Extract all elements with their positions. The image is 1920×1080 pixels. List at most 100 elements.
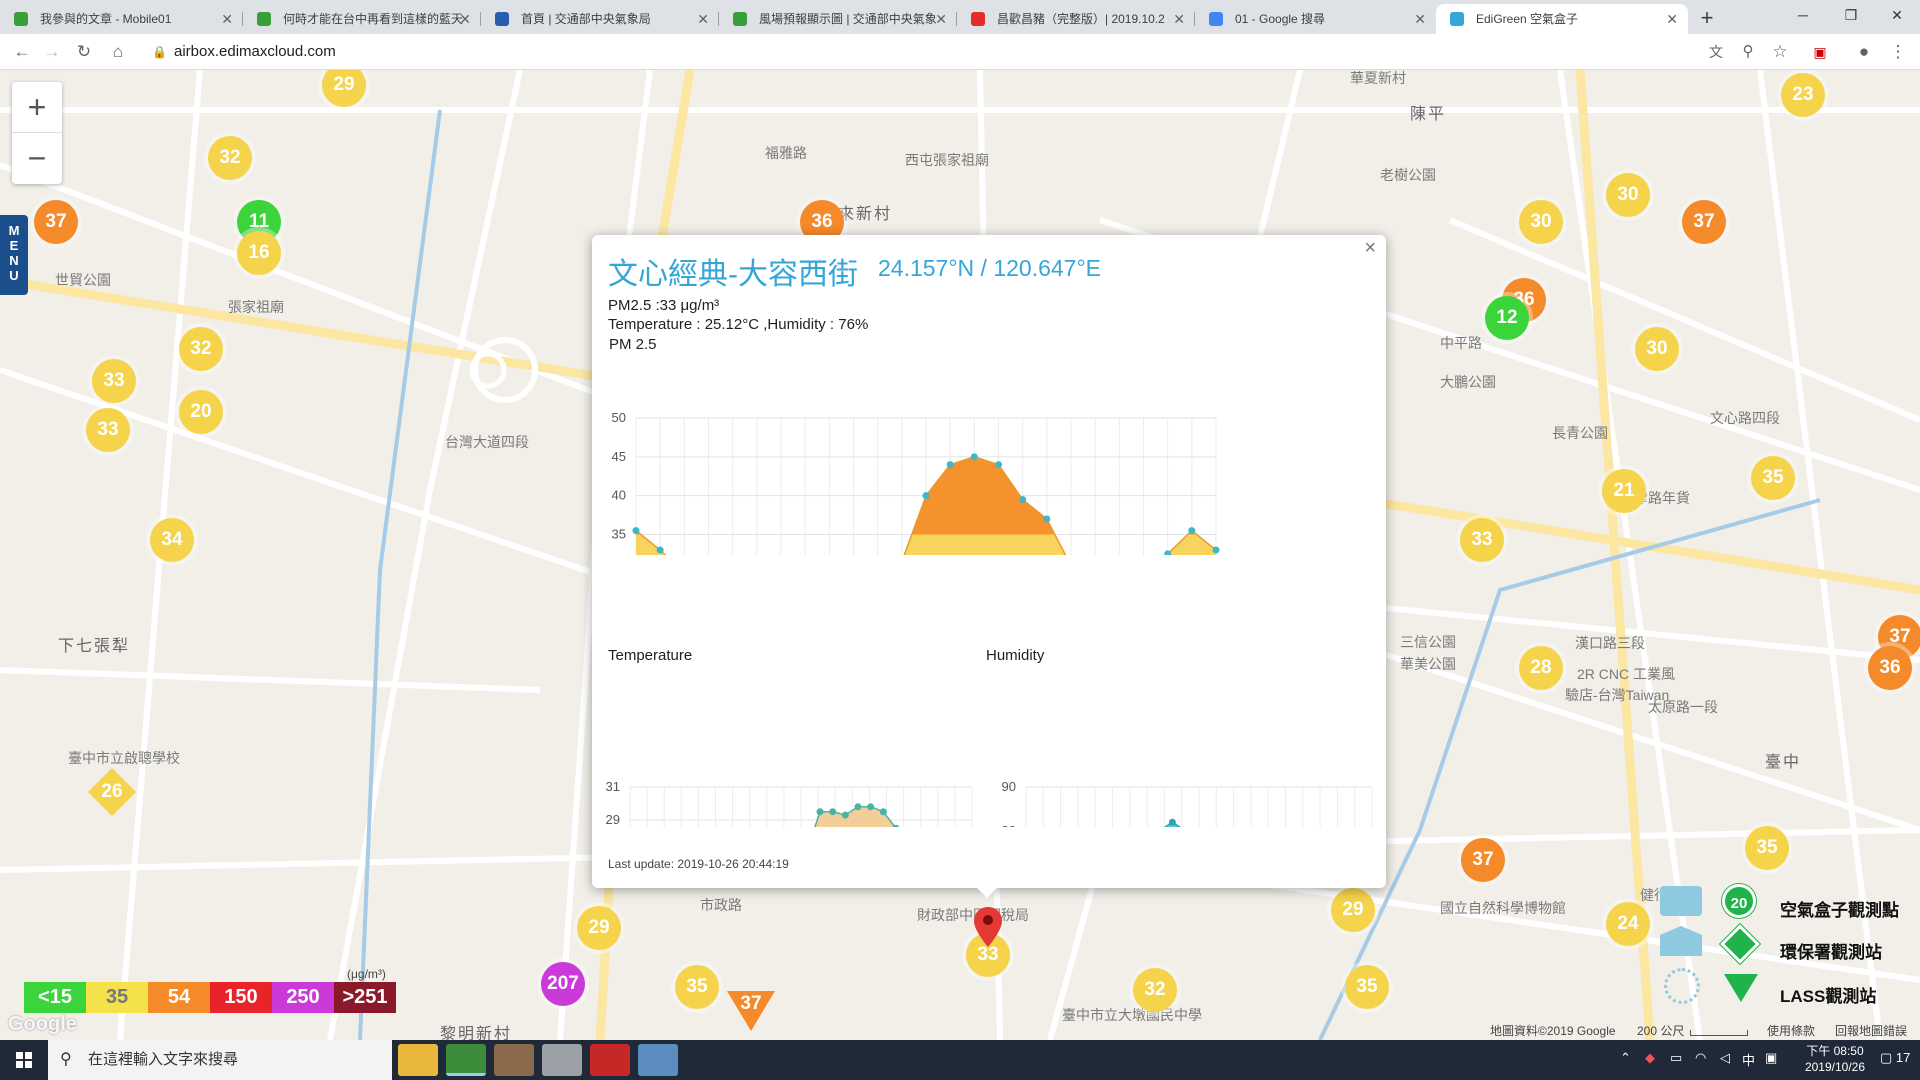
tab-close-icon[interactable]: ✕	[935, 4, 947, 34]
translate-icon[interactable]: 文	[1702, 38, 1730, 66]
menu-tab[interactable]: MENU	[0, 215, 28, 295]
airbox-marker[interactable]: 34	[150, 518, 194, 562]
tab-close-icon[interactable]: ✕	[697, 4, 709, 34]
zoom-icon[interactable]: ⚲	[1734, 38, 1762, 66]
airbox-marker[interactable]: 33	[92, 359, 136, 403]
y-tick-label: 29	[606, 812, 620, 827]
tray-keyboard-icon[interactable]: ▣	[1765, 1050, 1777, 1066]
airbox-marker[interactable]: 33	[86, 408, 130, 452]
tab-close-icon[interactable]: ✕	[1414, 4, 1426, 34]
tab-favicon-icon	[257, 12, 271, 26]
tray-network-icon[interactable]: ◠	[1695, 1050, 1706, 1066]
tab-close-icon[interactable]: ✕	[221, 4, 233, 34]
address-bar[interactable]: 🔒 airbox.edimaxcloud.com	[140, 39, 1680, 65]
data-point	[1212, 546, 1220, 554]
airbox-marker[interactable]: 12	[1485, 296, 1529, 340]
windows-start-icon[interactable]	[0, 1040, 48, 1080]
airbox-marker[interactable]: 29	[577, 906, 621, 950]
airbox-marker[interactable]: 37	[1461, 838, 1505, 882]
app-icon-4[interactable]	[542, 1044, 582, 1076]
tab-close-icon[interactable]: ✕	[1666, 4, 1678, 34]
profile-icon[interactable]: ●	[1850, 38, 1878, 66]
tab-close-icon[interactable]: ✕	[459, 4, 471, 34]
taskbar-clock[interactable]: 下午 08:50 2019/10/26	[1805, 1043, 1865, 1075]
maximize-button[interactable]: ❐	[1828, 0, 1874, 30]
map-place-label: 世貿公園	[55, 272, 111, 288]
airbox-marker[interactable]: 24	[1606, 902, 1650, 946]
zoom-in-button[interactable]: +	[12, 82, 62, 133]
airbox-marker[interactable]: 36	[1868, 646, 1912, 690]
window-close-button[interactable]: ✕	[1874, 0, 1920, 30]
popup-close-button[interactable]: ×	[1364, 237, 1376, 260]
airbox-marker[interactable]: 30	[1606, 173, 1650, 217]
forward-icon[interactable]: →	[38, 38, 66, 66]
lass-legend-badge	[1724, 974, 1758, 1002]
airbox-marker[interactable]: 35	[1745, 826, 1789, 870]
taskbar-search[interactable]: ⚲ 在這裡輸入文字來搜尋	[48, 1040, 392, 1080]
menu-kebab-icon[interactable]: ⋮	[1884, 38, 1912, 66]
tray-volume-icon[interactable]: ◁	[1720, 1050, 1730, 1066]
ime-indicator[interactable]: 中	[1742, 1050, 1755, 1069]
clock-date: 2019/10/26	[1804, 1060, 1865, 1074]
file-explorer-icon[interactable]	[398, 1044, 438, 1076]
browser-tab[interactable]: 何時才能在台中再看到這樣的藍天 ✕	[243, 4, 481, 34]
app-icon-5[interactable]	[590, 1044, 630, 1076]
reload-icon[interactable]: ↻	[70, 38, 98, 66]
browser-tab[interactable]: EdiGreen 空氣盒子 ✕	[1436, 4, 1688, 34]
airbox-marker[interactable]: 37	[34, 200, 78, 244]
browser-tab[interactable]: 首頁 | 交通部中央氣象局 ✕	[481, 4, 719, 34]
y-tick-label: 31	[606, 779, 620, 794]
tab-close-icon[interactable]: ✕	[1173, 4, 1185, 34]
app-icon-3[interactable]	[494, 1044, 534, 1076]
app-icon-6[interactable]	[638, 1044, 678, 1076]
menu-letter: E	[9, 238, 19, 253]
airbox-marker[interactable]: 37	[1682, 200, 1726, 244]
station-coords: 24.157°N / 120.647°E	[878, 255, 1102, 281]
pm-chart: 2025303540455020000408121620	[612, 410, 1220, 555]
airbox-marker[interactable]: 32	[1133, 968, 1177, 1012]
lass-station-marker[interactable]: 37	[727, 991, 775, 1031]
airbox-marker[interactable]: 32	[208, 136, 252, 180]
bookmark-star-icon[interactable]: ☆	[1766, 38, 1794, 66]
airbox-marker[interactable]: 207	[541, 962, 585, 1006]
extension-icon[interactable]: ▣	[1806, 38, 1834, 66]
tray-arrow-icon[interactable]: ⌃	[1620, 1050, 1631, 1066]
airbox-marker[interactable]: 35	[1345, 965, 1389, 1009]
scale-bar	[1690, 1030, 1748, 1036]
data-point	[1188, 527, 1196, 535]
search-placeholder: 在這裡輸入文字來搜尋	[88, 1051, 239, 1068]
airbox-marker[interactable]: 28	[1519, 646, 1563, 690]
map-place-label: 華美公園	[1400, 656, 1456, 672]
browser-tab[interactable]: 01 - Google 搜尋 ✕	[1195, 4, 1436, 34]
zoom-out-button[interactable]: −	[12, 133, 62, 184]
terms-link[interactable]: 使用條款	[1767, 1022, 1815, 1039]
airbox-marker[interactable]: 35	[675, 965, 719, 1009]
airbox-marker[interactable]: 23	[1781, 73, 1825, 117]
report-error-link[interactable]: 回報地圖錯誤	[1835, 1022, 1907, 1039]
notification-center-icon[interactable]: ▢ 17	[1880, 1050, 1910, 1066]
airbox-marker[interactable]: 20	[179, 390, 223, 434]
airbox-marker[interactable]: 29	[1331, 888, 1375, 932]
airbox-marker[interactable]: 30	[1519, 200, 1563, 244]
back-icon[interactable]: ←	[8, 38, 36, 66]
tray-antivirus-icon[interactable]: ◆	[1645, 1050, 1655, 1066]
airbox-marker[interactable]: 32	[179, 327, 223, 371]
tab-favicon-icon	[1209, 12, 1223, 26]
browser-tab[interactable]: 我參與的文章 - Mobile01 ✕	[0, 4, 243, 34]
humidity-chart-title: Humidity	[986, 647, 1045, 664]
airbox-marker[interactable]: 21	[1602, 469, 1646, 513]
browser-tab[interactable]: 昌歡昌豬（完整版）| 2019.10.2 ✕	[957, 4, 1195, 34]
browser-tab[interactable]: 風場預報顯示圖 | 交通部中央氣象 ✕	[719, 4, 957, 34]
home-icon[interactable]: ⌂	[104, 38, 132, 66]
airbox-marker[interactable]: 30	[1635, 327, 1679, 371]
new-tab-button[interactable]: +	[1693, 4, 1721, 32]
airbox-marker[interactable]: 35	[1751, 456, 1795, 500]
tab-favicon-icon	[971, 12, 985, 26]
epa-station-marker[interactable]: 26	[87, 767, 137, 817]
minimize-button[interactable]: ─	[1780, 0, 1826, 30]
chrome-icon[interactable]	[446, 1044, 486, 1076]
airbox-marker[interactable]: 16	[237, 231, 281, 275]
location-pin-icon[interactable]	[972, 905, 1004, 949]
tray-battery-icon[interactable]: ▭	[1670, 1050, 1682, 1066]
airbox-marker[interactable]: 33	[1460, 518, 1504, 562]
